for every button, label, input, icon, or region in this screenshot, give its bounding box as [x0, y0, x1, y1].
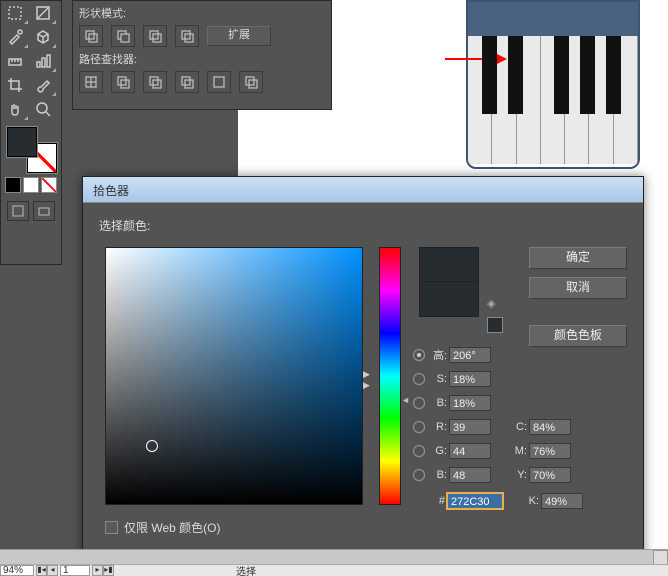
page-field[interactable]: 1 — [60, 565, 90, 576]
c-field[interactable]: 84% — [529, 419, 571, 435]
r-radio[interactable] — [413, 421, 425, 433]
bhsb-label: B: — [429, 397, 447, 409]
bhsb-field[interactable]: 18% — [449, 395, 491, 411]
page-prev-icon[interactable]: ◂ — [47, 565, 58, 576]
select-color-label: 选择颜色: — [99, 217, 627, 234]
foreground-color[interactable] — [7, 127, 37, 157]
shape-exclude-icon[interactable] — [175, 25, 199, 47]
mode-fill[interactable] — [5, 177, 21, 193]
tool-3d[interactable] — [29, 25, 57, 49]
s-field[interactable]: 18% — [449, 371, 491, 387]
k-label: K: — [521, 495, 539, 507]
r-field[interactable]: 39 — [449, 419, 491, 435]
y-label: Y: — [509, 469, 527, 481]
pf-trim-icon[interactable] — [111, 71, 135, 93]
tool-brush[interactable] — [29, 73, 57, 97]
brgb-radio[interactable] — [413, 469, 425, 481]
shape-unite-icon[interactable] — [79, 25, 103, 47]
pf-minusback-icon[interactable] — [239, 71, 263, 93]
hex-field[interactable]: 272C30 — [447, 493, 503, 509]
g-radio[interactable] — [413, 445, 425, 457]
dialog-title: 拾色器 — [83, 177, 643, 203]
cube-icon: ◈ — [487, 297, 501, 311]
brgb-label: B: — [429, 469, 447, 481]
tool-ruler[interactable] — [1, 49, 29, 73]
color-picker-dialog: 拾色器 选择颜色: ▶▶ ◈ 确定 取消 颜色色板 高: 206° S — [82, 176, 644, 556]
m-field[interactable]: 76% — [529, 443, 571, 459]
new-color-swatch — [419, 247, 479, 283]
tool-crop[interactable] — [1, 73, 29, 97]
shape-minus-icon[interactable] — [111, 25, 135, 47]
websafe-swatch[interactable] — [487, 317, 503, 333]
hex-label: # — [427, 495, 445, 507]
quickmask-icon[interactable] — [7, 201, 29, 221]
b-radio[interactable] — [413, 397, 425, 409]
tool-rect-select[interactable] — [1, 1, 29, 25]
tool-hand[interactable] — [1, 97, 29, 121]
shape-mode-label: 形状模式: — [79, 5, 325, 21]
web-only-checkbox[interactable] — [105, 521, 118, 534]
saturation-value-field[interactable] — [105, 247, 363, 505]
pf-divide-icon[interactable] — [79, 71, 103, 93]
m-label: M: — [509, 445, 527, 457]
pathfinder-panel: 形状模式: 扩展 路径查找器: — [72, 0, 332, 110]
shape-intersect-icon[interactable] — [143, 25, 167, 47]
tool-gradient[interactable] — [29, 1, 57, 25]
r-label: R: — [429, 421, 447, 433]
mode-stroke[interactable] — [23, 177, 39, 193]
tool-zoom[interactable] — [29, 97, 57, 121]
c-label: C: — [509, 421, 527, 433]
toolbox — [0, 0, 62, 265]
h-radio[interactable] — [413, 349, 425, 361]
brgb-field[interactable]: 48 — [449, 467, 491, 483]
s-radio[interactable] — [413, 373, 425, 385]
h-scrollbar[interactable]: ▸ — [0, 549, 668, 565]
g-label: G: — [429, 445, 447, 457]
tool-eyedropper[interactable] — [1, 25, 29, 49]
page-first-icon[interactable]: ▮◂ — [36, 565, 47, 576]
scroll-right-icon[interactable]: ▸ — [653, 550, 668, 565]
zoom-field[interactable]: 94% — [0, 565, 34, 576]
web-only-label: 仅限 Web 颜色(O) — [124, 519, 220, 536]
g-field[interactable]: 44 — [449, 443, 491, 459]
mode-label: 选择 — [236, 563, 256, 576]
pathfinder-label: 路径查找器: — [79, 51, 325, 67]
mode-none[interactable] — [41, 177, 57, 193]
screenmode-icon[interactable] — [33, 201, 55, 221]
h-field[interactable]: 206° — [449, 347, 491, 363]
pf-crop-icon[interactable] — [175, 71, 199, 93]
s-label: S: — [429, 373, 447, 385]
current-color-swatch[interactable] — [419, 281, 479, 317]
color-swatches[interactable] — [7, 127, 57, 173]
piano-illustration — [466, 0, 640, 169]
ok-button[interactable]: 确定 — [529, 247, 627, 269]
pf-outline-icon[interactable] — [207, 71, 231, 93]
page-last-icon[interactable]: ▸▮ — [103, 565, 114, 576]
tool-chart[interactable] — [29, 49, 57, 73]
page-next-icon[interactable]: ▸ — [92, 565, 103, 576]
pf-merge-icon[interactable] — [143, 71, 167, 93]
cancel-button[interactable]: 取消 — [529, 277, 627, 299]
h-label: 高: — [429, 347, 447, 363]
hue-slider[interactable] — [379, 247, 401, 505]
expand-button[interactable]: 扩展 — [207, 26, 271, 46]
y-field[interactable]: 70% — [529, 467, 571, 483]
status-bar: 94% ▮◂ ◂ 1 ▸ ▸▮ 选择 — [0, 564, 668, 576]
k-field[interactable]: 49% — [541, 493, 583, 509]
